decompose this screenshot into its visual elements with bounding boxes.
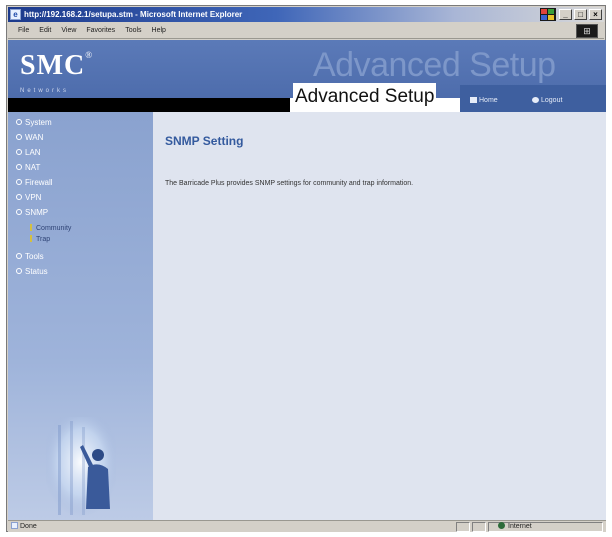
sidebar-item-system[interactable]: System	[16, 118, 52, 127]
section-description: The Barricade Plus provides SNMP setting…	[165, 180, 414, 187]
sidebar-item-label: LAN	[25, 148, 41, 157]
status-bar: Done Internet	[8, 520, 606, 532]
status-text: Done	[11, 522, 37, 530]
sidebar-item-label: WAN	[25, 133, 44, 142]
header-black-bar	[8, 98, 290, 112]
browser-window: e http://192.168.2.1/setupa.stm - Micros…	[6, 5, 606, 532]
logout-label: Logout	[541, 97, 563, 104]
page-done-icon	[11, 522, 18, 529]
sidebar-item-firewall[interactable]: Firewall	[16, 178, 53, 187]
title-bar: e http://192.168.2.1/setupa.stm - Micros…	[8, 7, 604, 22]
sidebar-subitem-label: Community	[36, 225, 72, 232]
menu-help[interactable]: Help	[147, 23, 171, 39]
page-header: SMC® Networks Advanced Setup Advanced Se…	[8, 40, 606, 112]
menu-file[interactable]: File	[8, 23, 34, 39]
ie-page-icon: e	[10, 9, 21, 20]
logout-icon	[532, 97, 539, 103]
window-title: http://192.168.2.1/setupa.stm - Microsof…	[24, 10, 243, 19]
home-link[interactable]: Home	[470, 97, 498, 104]
logout-link[interactable]: Logout	[532, 97, 562, 104]
sidebar-item-status[interactable]: Status	[16, 267, 48, 276]
header-watermark: Advanced Setup	[313, 46, 556, 84]
bullet-icon	[16, 268, 22, 274]
smc-logo: SMC®	[20, 50, 93, 82]
bullet-icon	[16, 253, 22, 259]
person-illustration	[46, 417, 116, 517]
menu-tools[interactable]: Tools	[120, 23, 146, 39]
bullet-icon	[16, 134, 22, 140]
status-label: Done	[20, 523, 37, 530]
menu-view[interactable]: View	[56, 23, 81, 39]
sidebar-item-tools[interactable]: Tools	[16, 252, 44, 261]
sidebar-item-label: Firewall	[25, 178, 53, 187]
sidebar-subitem-trap[interactable]: Trap	[30, 235, 50, 243]
menu-favorites[interactable]: Favorites	[81, 23, 120, 39]
status-cell	[456, 522, 470, 532]
zone-label: Internet	[508, 523, 532, 530]
sidebar-subitem-community[interactable]: Community	[30, 224, 71, 232]
menu-bar: File Edit View Favorites Tools Help ⊞	[8, 23, 604, 39]
sidebar-subitem-label: Trap	[36, 236, 51, 243]
sidebar-item-label: NAT	[25, 163, 41, 172]
bullet-icon	[16, 194, 22, 200]
menu-edit[interactable]: Edit	[34, 23, 56, 39]
sidebar-item-nat[interactable]: NAT	[16, 163, 40, 172]
header-nav: Home Logout	[460, 85, 606, 112]
sidebar: System WAN LAN NAT Firewall VPN SNMP Com…	[8, 112, 153, 520]
sidebar-item-lan[interactable]: LAN	[16, 148, 41, 157]
home-label: Home	[479, 97, 498, 104]
close-button[interactable]: ×	[589, 9, 602, 20]
window-controls: _ □ ×	[557, 9, 602, 20]
sidebar-item-label: System	[25, 118, 52, 127]
bullet-icon	[16, 149, 22, 155]
home-icon	[470, 97, 477, 103]
sidebar-item-wan[interactable]: WAN	[16, 133, 43, 142]
sidebar-item-vpn[interactable]: VPN	[16, 193, 41, 202]
status-cell	[472, 522, 486, 532]
page-content: SMC® Networks Advanced Setup Advanced Se…	[8, 40, 606, 520]
sidebar-item-label: Tools	[25, 252, 44, 261]
maximize-button[interactable]: □	[574, 9, 587, 20]
brand-subtitle: Networks	[20, 88, 70, 94]
brand-name: SMC	[20, 50, 86, 81]
registered-mark: ®	[85, 50, 94, 60]
windows-logo-icon	[540, 8, 556, 21]
internet-zone-icon	[498, 522, 505, 529]
minimize-button[interactable]: _	[559, 9, 572, 20]
security-zone: Internet	[498, 522, 532, 530]
section-title: SNMP Setting	[165, 134, 244, 148]
bullet-icon	[16, 164, 22, 170]
page-heading: Advanced Setup	[293, 83, 437, 111]
sidebar-item-label: VPN	[25, 193, 42, 202]
submenu-marker-icon	[30, 235, 32, 242]
sidebar-item-snmp[interactable]: SNMP	[16, 208, 48, 217]
bullet-icon	[16, 179, 22, 185]
submenu-marker-icon	[30, 224, 32, 231]
bullet-icon	[16, 119, 22, 125]
sidebar-item-label: SNMP	[25, 208, 49, 217]
bullet-icon	[16, 209, 22, 215]
windows-flag-icon: ⊞	[576, 24, 598, 38]
sidebar-item-label: Status	[25, 267, 48, 276]
main-panel: SNMP Setting The Barricade Plus provides…	[153, 112, 606, 520]
